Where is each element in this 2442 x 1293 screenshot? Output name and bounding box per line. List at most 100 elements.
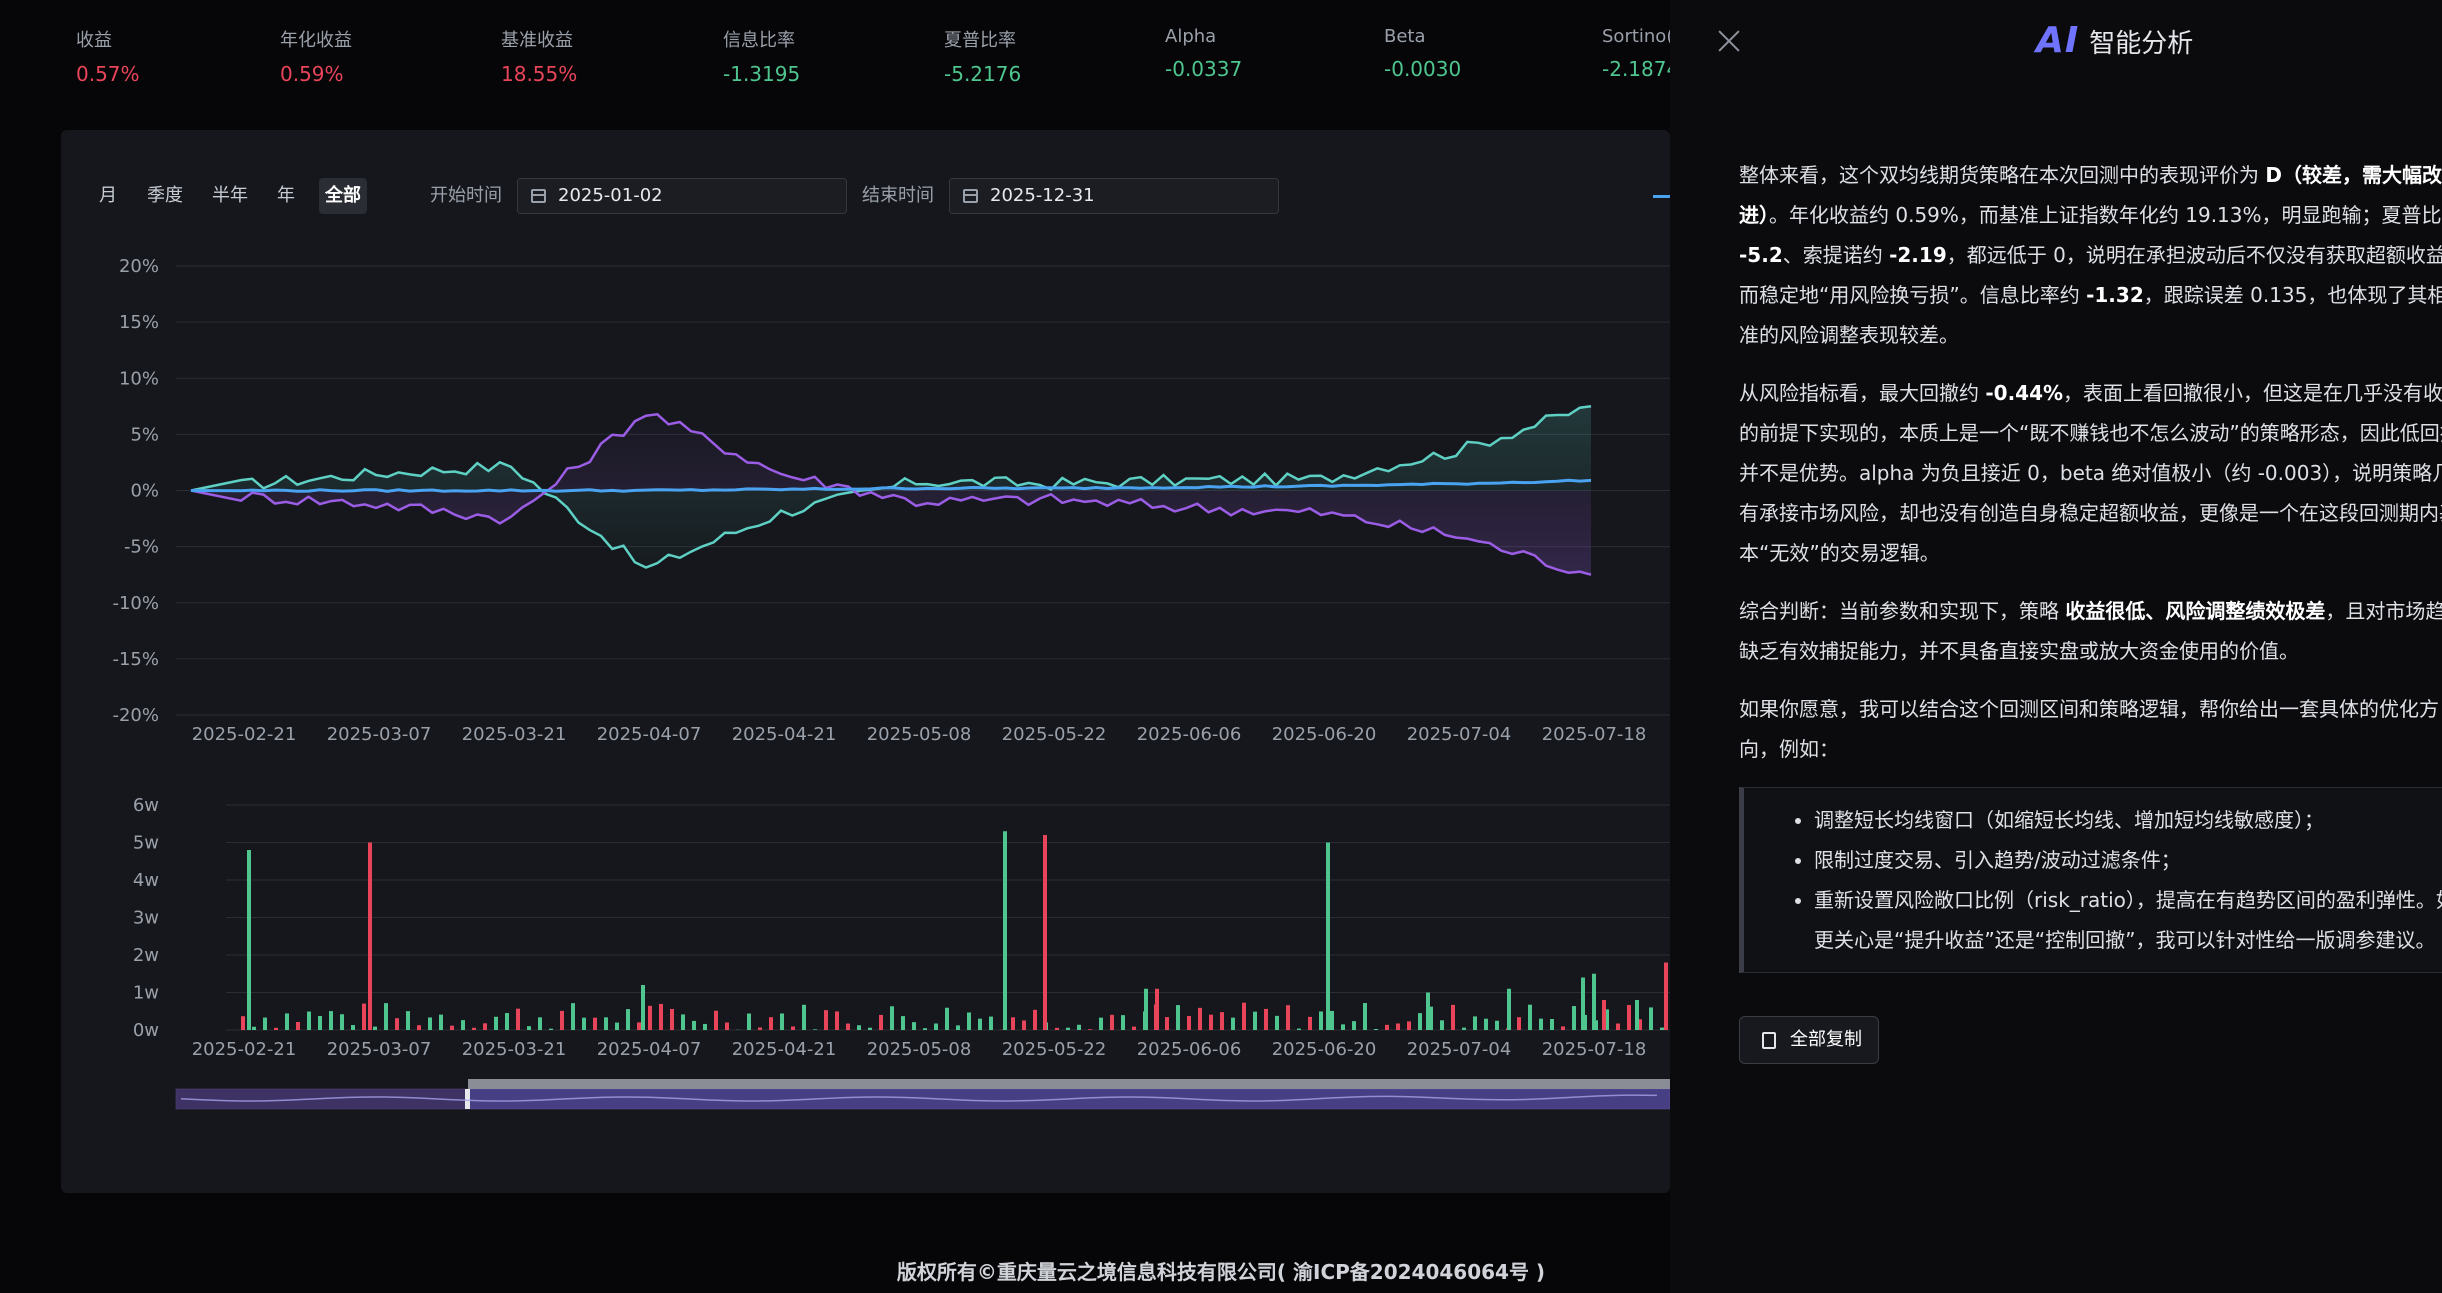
volume-bar (1319, 1011, 1323, 1030)
x-tick-label: 2025-04-07 (597, 1039, 702, 1060)
volume-bar (439, 1014, 443, 1030)
x-tick-label: 2025-03-07 (327, 1039, 432, 1060)
stat-value: -0.0030 (1384, 57, 1462, 81)
x-tick-label: 2025-06-20 (1272, 724, 1377, 745)
y-tick-label: 1w (133, 983, 159, 1004)
stat-label: Alpha (1165, 26, 1217, 47)
volume-bar (1187, 1016, 1191, 1030)
zoom-drag-handle (465, 1089, 470, 1109)
volume-bar (1528, 1004, 1532, 1030)
volume-bar-peak (368, 842, 372, 1030)
y-tick-label: -10% (112, 593, 159, 614)
close-icon[interactable] (1714, 26, 1744, 56)
volume-bar (406, 1011, 410, 1030)
volume-bar (1165, 1017, 1169, 1030)
volume-bar (373, 1026, 377, 1030)
volume-bar (285, 1013, 289, 1030)
x-tick-label: 2025-04-21 (732, 724, 837, 745)
y-tick-label: 3w (133, 908, 159, 929)
suggestion-item-continued: 更关心是“提升收益”还是“控制回撤”，我可以针对性给一版调参建议。 (1814, 928, 2436, 952)
volume-bar-peak (1003, 831, 1007, 1030)
volume-bar (1330, 1010, 1334, 1030)
footer-copyright: 版权所有©重庆量云之境信息科技有限公司( 渝ICP备2024046064号 ) (896, 1260, 1546, 1284)
text-bold: 收益很低、风险调整绩效极差 (2065, 599, 2326, 623)
stat-label: Beta (1384, 26, 1426, 47)
y-tick-label: 4w (133, 870, 159, 891)
volume-bar (857, 1025, 861, 1030)
stat-value: 0.57% (76, 62, 140, 86)
volume-bar (450, 1025, 454, 1030)
stat-sortino: Sortino( -2.1874 (1602, 26, 1679, 81)
text: 的前提下实现的，本质上是一个“既不赚钱也不怎么波动”的策略形态，因此低回撤 (1739, 421, 2442, 445)
volume-bar (637, 1022, 641, 1030)
y-tick-label: 5w (133, 833, 159, 854)
volume-bar (1099, 1017, 1103, 1030)
stat-value: -5.2176 (944, 62, 1022, 86)
volume-bar (1550, 1019, 1554, 1030)
y-tick-label: 2w (133, 945, 159, 966)
volume-bar (538, 1017, 542, 1030)
x-tick-label: 2025-05-22 (1002, 724, 1107, 745)
volume-bar (670, 1008, 674, 1030)
stat-sharpe: 夏普比率 -5.2176 (944, 26, 1021, 86)
volume-bar (1308, 1016, 1312, 1030)
volume-bar (868, 1027, 872, 1030)
copy-all-label: 全部复制 (1790, 1029, 1862, 1050)
volume-bar (813, 1029, 817, 1030)
volume-bar (252, 1026, 256, 1030)
volume-bar (263, 1017, 267, 1030)
text: ，都远低于 0，说明在承担波动后不仅没有获取超额收益，反 (1946, 243, 2442, 267)
volume-bar (593, 1017, 597, 1030)
x-tick-label: 2025-03-21 (462, 1039, 567, 1060)
volume-bar (714, 1010, 718, 1030)
volume-bar (1033, 1009, 1037, 1030)
copy-all-button[interactable]: 全部复制 (1739, 1016, 1879, 1064)
volume-bar (758, 1027, 762, 1030)
ai-analysis-drawer: AI 智能分析 整体来看，这个双均线期货策略在本次回测中的表现评价为 D（较差，… (1670, 0, 2442, 1293)
volume-bar (1275, 1015, 1279, 1030)
volume-bar (923, 1028, 927, 1030)
volume-bar (769, 1017, 773, 1030)
x-tick-label: 2025-06-20 (1272, 1039, 1377, 1060)
volume-bar (1473, 1016, 1477, 1030)
volume-bar (1286, 1005, 1290, 1030)
volume-bar (1517, 1017, 1521, 1030)
volume-bar (1242, 1002, 1246, 1030)
volume-bar (725, 1022, 729, 1030)
stat-label: Sortino( (1602, 26, 1674, 47)
volume-bar (1572, 1006, 1576, 1030)
y-tick-label: 0w (133, 1020, 159, 1041)
text: 并不是优势。alpha 为负且接近 0，beta 绝对值极小（约 -0.003）… (1739, 461, 2442, 485)
stat-alpha: Alpha -0.0337 (1165, 26, 1242, 81)
volume-bar (1055, 1027, 1059, 1030)
stat-value: 0.59% (280, 62, 344, 86)
volume-bar (1484, 1018, 1488, 1030)
volume-bar (582, 1017, 586, 1030)
volume-bar (978, 1018, 982, 1030)
stat-value: 18.55% (501, 62, 578, 86)
volume-bar (1451, 1004, 1455, 1030)
volume-bar (1561, 1026, 1565, 1030)
x-tick-label: 2025-02-21 (192, 724, 297, 745)
text-bold: D（较差，需大幅改 (2265, 163, 2442, 187)
ai-paragraph-3: 综合判断：当前参数和实现下，策略 收益很低、风险调整绩效极差，且对市场趋势 缺乏… (1739, 591, 2442, 671)
volume-bar (604, 1017, 608, 1030)
volume-bar (384, 1003, 388, 1030)
text: 、索提诺约 (1782, 243, 1890, 267)
stat-label: 基准收益 (501, 30, 573, 51)
text-bold: 进） (1739, 203, 1769, 227)
x-tick-label: 2025-06-06 (1137, 1039, 1242, 1060)
suggestion-item: 限制过度交易、引入趋势/波动过滤条件； (1814, 840, 2442, 880)
volume-bar (1602, 1000, 1606, 1030)
y-tick-label: -15% (112, 649, 159, 670)
volume-bar (1627, 1005, 1631, 1030)
volume-bar (560, 1010, 564, 1030)
volume-bar (505, 1013, 509, 1030)
volume-bar (1426, 992, 1430, 1030)
volume-bar (274, 1027, 278, 1030)
volume-bar (659, 1003, 663, 1030)
volume-bar (1264, 1008, 1268, 1030)
volume-bar (1385, 1024, 1389, 1030)
volume-bar (296, 1022, 300, 1030)
volume-bar (307, 1011, 311, 1030)
